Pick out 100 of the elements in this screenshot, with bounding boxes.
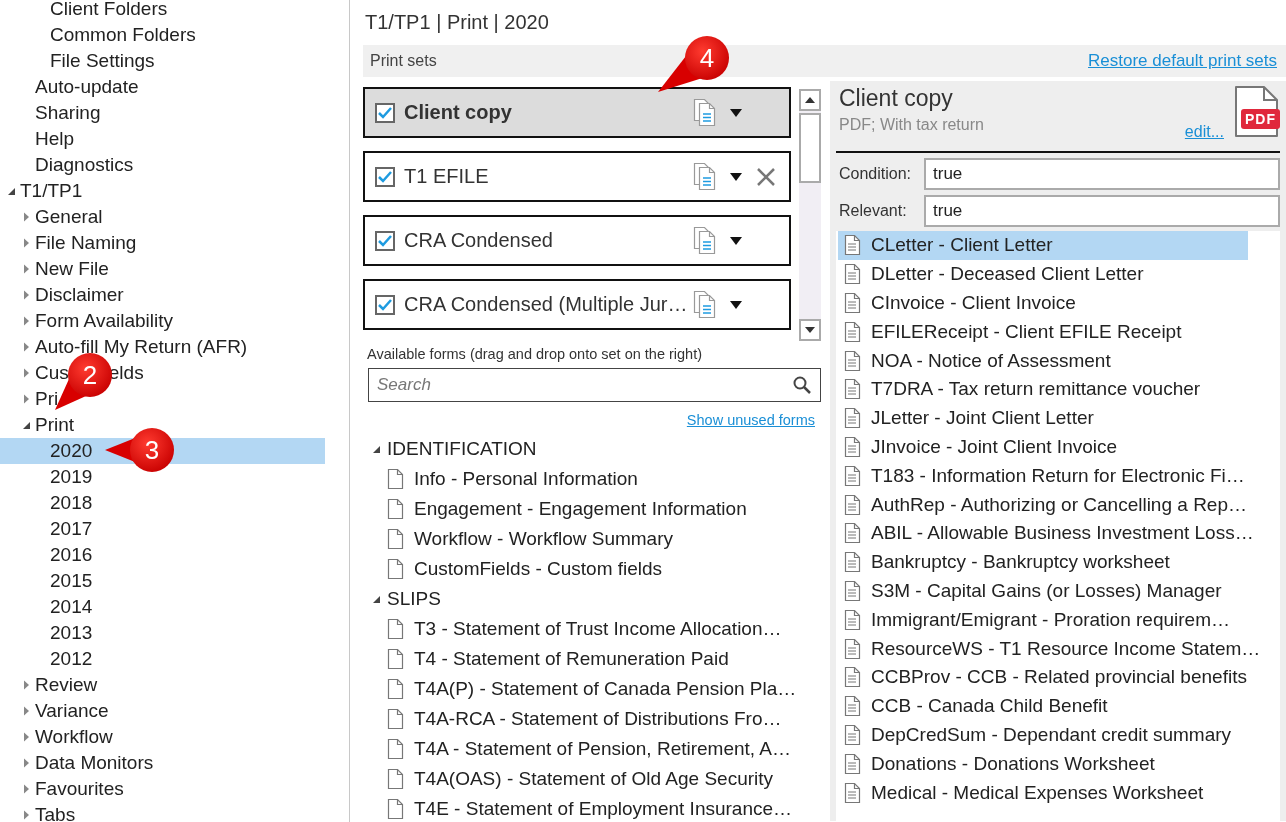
tree-item[interactable]: File Naming	[35, 232, 137, 254]
form-list-item[interactable]: CCBProv - CCB - Related provincial benefits	[838, 662, 1248, 692]
tree-item[interactable]: 2012	[50, 648, 93, 670]
form-list-item[interactable]: JLetter - Joint Client Letter	[838, 403, 1248, 433]
form-item[interactable]: T3 - Statement of Trust Income Allocation…	[414, 618, 782, 640]
form-list-item[interactable]: T183 - Information Return for Electronic Fi…	[838, 461, 1248, 491]
form-list-item[interactable]: DLetter - Deceased Client Letter	[838, 259, 1248, 289]
text-field[interactable]: true	[924, 195, 1280, 227]
tree-item[interactable]: 2013	[50, 622, 93, 644]
print-set-card[interactable]: CRA Condensed (Multiple Jur…	[363, 279, 791, 330]
tree-item[interactable]: Workflow	[35, 726, 113, 748]
show-unused-forms-link[interactable]: Show unused forms	[686, 412, 815, 428]
form-list-item[interactable]: T7DRA - Tax return remittance voucher	[838, 375, 1248, 404]
form-item[interactable]: Workflow - Workflow Summary	[414, 528, 673, 550]
tree-item[interactable]: Form Availability	[35, 310, 173, 332]
expanded-arrow-icon[interactable]	[6, 186, 16, 196]
tree-item[interactable]: Common Folders	[50, 24, 196, 46]
checkbox[interactable]	[375, 102, 395, 123]
expanded-arrow-icon[interactable]	[372, 594, 381, 604]
up-arrow-icon	[805, 97, 815, 103]
scroll-down-button[interactable]	[799, 319, 821, 341]
tree-item[interactable]: Client Folders	[50, 0, 168, 20]
form-list-item[interactable]: EFILEReceipt - Client EFILE Receipt	[838, 317, 1248, 347]
form-list-item[interactable]: JInvoice - Joint Client Invoice	[838, 432, 1248, 462]
collapsed-arrow-icon[interactable]	[21, 706, 31, 716]
tree-item[interactable]: Disclaimer	[35, 284, 124, 306]
form-list-item[interactable]: Immigrant/Emigrant - Proration requirem…	[838, 605, 1248, 635]
tree-item[interactable]: Cus	[35, 362, 69, 384]
collapsed-arrow-icon[interactable]	[21, 394, 31, 404]
scroll-thumb[interactable]	[799, 113, 821, 183]
tree-item[interactable]: 2019	[50, 466, 93, 488]
form-item[interactable]: Info - Personal Information	[414, 468, 638, 490]
tree-item[interactable]: T1/TP1	[20, 180, 83, 202]
tree-item[interactable]: General	[35, 206, 103, 228]
search-field[interactable]: Search	[368, 368, 821, 402]
checkbox[interactable]	[375, 230, 395, 251]
collapsed-arrow-icon[interactable]	[21, 290, 31, 300]
tree-item[interactable]: Variance	[35, 700, 109, 722]
form-list-item[interactable]: S3M - Capital Gains (or Losses) Manager	[838, 576, 1248, 606]
form-list-item[interactable]: AuthRep - Authorizing or Cancelling a Rep…	[838, 490, 1248, 519]
form-list-item[interactable]: DepCredSum - Dependant credit summary	[838, 720, 1248, 750]
collapsed-arrow-icon[interactable]	[21, 784, 31, 794]
form-list-item[interactable]: CCB - Canada Child Benefit	[838, 691, 1248, 721]
tree-item[interactable]: Sharing	[35, 102, 101, 124]
tree-item[interactable]: 2015	[50, 570, 93, 592]
tree-item[interactable]: 2017	[50, 518, 93, 540]
collapsed-arrow-icon[interactable]	[21, 264, 31, 274]
scroll-up-button[interactable]	[799, 89, 821, 111]
close-icon[interactable]	[756, 166, 776, 187]
caret-icon[interactable]	[729, 299, 743, 310]
form-item[interactable]: T4A(OAS) - Statement of Old Age Security	[414, 768, 774, 790]
text-field[interactable]: true	[924, 158, 1280, 190]
tree-item[interactable]: 2014	[50, 596, 93, 618]
collapsed-arrow-icon[interactable]	[21, 342, 31, 352]
form-list-item[interactable]: Medical - Medical Expenses Worksheet	[838, 778, 1248, 807]
collapsed-arrow-icon[interactable]	[21, 212, 31, 222]
form-item[interactable]: CustomFields - Custom fields	[414, 558, 663, 580]
tree-item[interactable]: Favourites	[35, 778, 124, 800]
tree-item[interactable]: 2018	[50, 492, 93, 514]
form-list-item[interactable]: Donations - Donations Worksheet	[838, 749, 1248, 779]
tree-item[interactable]: Tabs	[35, 804, 76, 822]
print-set-card[interactable]: CRA Condensed	[363, 215, 791, 266]
scrollbar[interactable]	[799, 89, 821, 341]
caret-icon[interactable]	[729, 107, 743, 118]
form-list-item[interactable]: CLetter - Client Letter	[838, 231, 1248, 260]
checkbox[interactable]	[375, 294, 395, 315]
tree-item[interactable]: Print	[35, 414, 75, 436]
form-item[interactable]: T4E - Statement of Employment Insurance…	[414, 798, 793, 820]
tree-item[interactable]: Diagnostics	[35, 154, 134, 176]
tree-item[interactable]: Data Monitors	[35, 752, 154, 774]
form-item[interactable]: T4A(P) - Statement of Canada Pension Pla…	[414, 678, 797, 700]
collapsed-arrow-icon[interactable]	[21, 758, 31, 768]
tree-item[interactable]: Auto-fill My Return (AFR)	[35, 336, 248, 358]
tree-item[interactable]: Help	[35, 128, 75, 150]
collapsed-arrow-icon[interactable]	[21, 680, 31, 690]
tree-item[interactable]: 2016	[50, 544, 93, 566]
tree-item[interactable]: Auto-update	[35, 76, 139, 98]
caret-icon[interactable]	[729, 235, 743, 246]
expanded-arrow-icon[interactable]	[372, 444, 381, 454]
tree-item[interactable]: Pri	[35, 388, 59, 410]
collapsed-arrow-icon[interactable]	[21, 368, 31, 378]
collapsed-arrow-icon[interactable]	[21, 810, 31, 820]
form-list-item[interactable]: NOA - Notice of Assessment	[838, 346, 1248, 375]
form-list-item[interactable]: CInvoice - Client Invoice	[838, 288, 1248, 318]
form-list-item[interactable]: Bankruptcy - Bankruptcy worksheet	[838, 547, 1248, 577]
form-item[interactable]: T4A-RCA - Statement of Distributions Fro…	[414, 708, 782, 730]
tree-item[interactable]: New File	[35, 258, 109, 280]
form-item[interactable]: Engagement - Engagement Information	[414, 498, 747, 520]
tree-item[interactable]: File Settings	[50, 50, 155, 72]
collapsed-arrow-icon[interactable]	[21, 732, 31, 742]
caret-icon[interactable]	[729, 171, 743, 182]
checkbox[interactable]	[375, 166, 395, 187]
form-item[interactable]: T4 - Statement of Remuneration Paid	[414, 648, 729, 670]
collapsed-arrow-icon[interactable]	[21, 238, 31, 248]
collapsed-arrow-icon[interactable]	[21, 316, 31, 326]
tree-item[interactable]: Review	[35, 674, 98, 696]
print-set-card[interactable]: T1 EFILE	[363, 151, 791, 202]
print-set-card[interactable]: Client copy	[363, 87, 791, 138]
expanded-arrow-icon[interactable]	[21, 420, 31, 430]
form-item[interactable]: T4A - Statement of Pension, Retirement, A…	[414, 738, 791, 760]
